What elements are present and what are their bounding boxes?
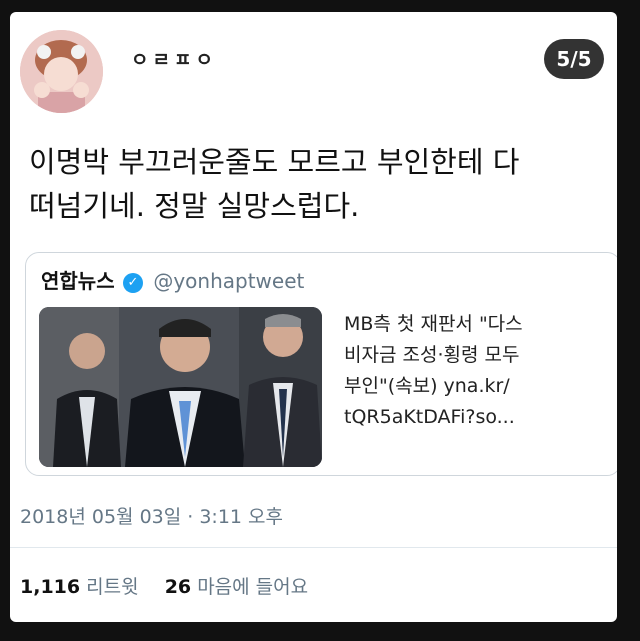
divider	[10, 547, 617, 548]
verified-badge-icon: ✓	[122, 273, 143, 293]
username[interactable]: ㅇㄹㅍㅇ	[131, 45, 217, 72]
quoted-tweet-header: 연합뉴스 ✓ @yonhaptweet	[41, 265, 304, 294]
like-count[interactable]: 26	[165, 576, 191, 598]
quoted-tweet[interactable]: 연합뉴스 ✓ @yonhaptweet MB측 첫 재판서 "다스 비자금 조성…	[25, 252, 617, 476]
quoted-text-line: tQR5aKtDAFi?so...	[344, 406, 515, 428]
tweet-text-line: 떠넘기네. 정말 실망스럽다.	[29, 189, 360, 223]
avatar[interactable]	[20, 30, 103, 113]
retweet-label[interactable]: 리트윗	[86, 576, 138, 598]
page-indicator-badge: 5/5	[544, 39, 604, 79]
engagement-stats: 1,116 리트윗 26 마음에 들어요	[20, 572, 308, 599]
quoted-text-line: 비자금 조성·횡령 모두	[344, 344, 520, 366]
quoted-tweet-text: MB측 첫 재판서 "다스 비자금 조성·횡령 모두 부인"(속보) yna.k…	[344, 309, 609, 433]
like-label[interactable]: 마음에 들어요	[197, 576, 308, 598]
quoted-text-line: MB측 첫 재판서 "다스	[344, 313, 523, 335]
quoted-author-handle[interactable]: @yonhaptweet	[153, 269, 304, 293]
tweet-card: ㅇㄹㅍㅇ 5/5 이명박 부끄러운줄도 모르고 부인한테 다 떠넘기네. 정말 …	[10, 12, 617, 622]
retweet-count[interactable]: 1,116	[20, 576, 80, 598]
quoted-tweet-image[interactable]	[39, 307, 322, 467]
tweet-text-line: 이명박 부끄러운줄도 모르고 부인한테 다	[29, 145, 520, 179]
tweet-text: 이명박 부끄러운줄도 모르고 부인한테 다 떠넘기네. 정말 실망스럽다.	[29, 140, 609, 228]
quoted-author-name[interactable]: 연합뉴스	[41, 269, 115, 293]
quoted-text-line: 부인"(속보) yna.kr/	[344, 375, 510, 397]
tweet-timestamp[interactable]: 2018년 05월 03일 · 3:11 오후	[20, 502, 283, 529]
